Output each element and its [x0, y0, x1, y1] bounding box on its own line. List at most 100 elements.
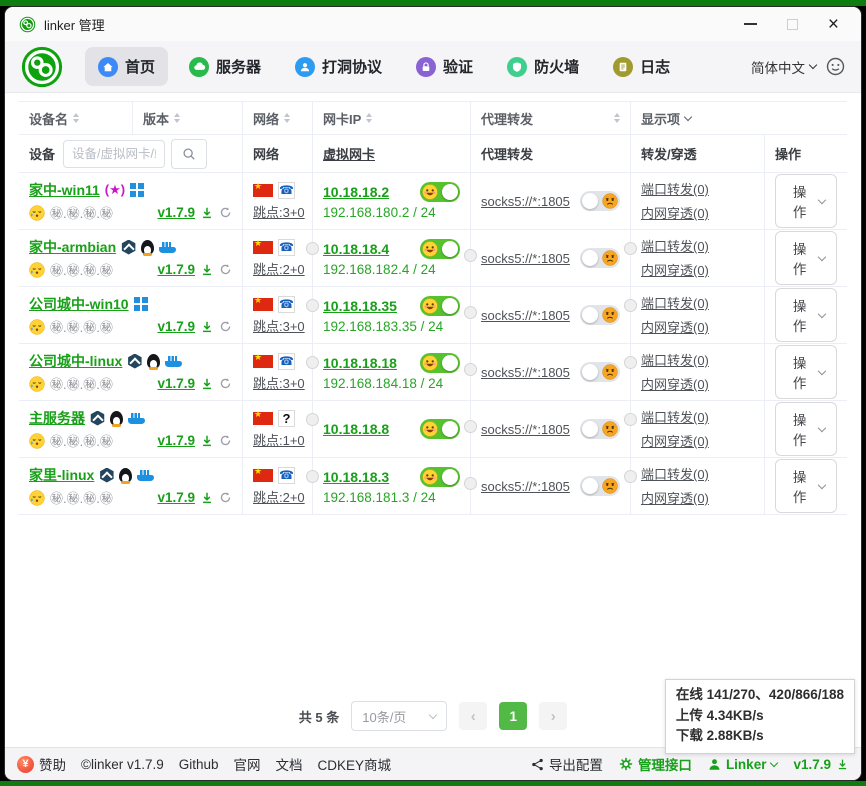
hops-link[interactable]: 跳点:2+0: [253, 487, 305, 506]
virtual-ip-link[interactable]: 10.18.18.35: [323, 298, 397, 314]
language-selector[interactable]: 简体中文: [751, 57, 816, 77]
refresh-icon[interactable]: [219, 320, 232, 333]
nic-toggle[interactable]: [420, 419, 460, 439]
version-link[interactable]: v1.7.9: [157, 376, 195, 391]
display-options-dropdown[interactable]: 显示项: [631, 102, 847, 134]
nic-toggle[interactable]: [420, 353, 460, 373]
version-link[interactable]: v1.7.9: [157, 490, 195, 505]
download-icon[interactable]: [200, 377, 214, 391]
version-link[interactable]: v1.7.9: [157, 433, 195, 448]
current-page-button[interactable]: 1: [499, 702, 527, 730]
proxy-toggle[interactable]: [580, 305, 620, 325]
virtual-ip-link[interactable]: 10.18.18.3: [323, 469, 389, 485]
proxy-toggle[interactable]: [580, 419, 620, 439]
proxy-toggle[interactable]: [580, 191, 620, 211]
version-link[interactable]: v1.7.9: [157, 205, 195, 220]
virtual-ip-link[interactable]: 10.18.18.4: [323, 241, 389, 257]
relay-select-radio[interactable]: [624, 470, 637, 483]
tab-home[interactable]: 首页: [85, 47, 168, 86]
relay-select-radio[interactable]: [464, 249, 477, 262]
refresh-icon[interactable]: [219, 206, 232, 219]
github-link[interactable]: Github: [179, 757, 219, 772]
relay-select-radio[interactable]: [624, 242, 637, 255]
tab-servers[interactable]: 服务器: [176, 47, 274, 86]
device-name-link[interactable]: 公司城中-win10: [29, 294, 129, 314]
search-input[interactable]: [63, 140, 165, 168]
relay-select-radio[interactable]: [624, 413, 637, 426]
refresh-icon[interactable]: [219, 491, 232, 504]
proxy-link[interactable]: socks5://*:1805: [481, 251, 570, 266]
penetrate-link[interactable]: 内网穿透(0): [641, 377, 709, 392]
download-icon[interactable]: [200, 206, 214, 220]
relay-select-radio[interactable]: [464, 420, 477, 433]
tab-logs[interactable]: 日志: [600, 47, 683, 86]
device-name-link[interactable]: 家中-armbian: [29, 237, 116, 257]
proxy-link[interactable]: socks5://*:1805: [481, 194, 570, 209]
search-button[interactable]: [171, 139, 207, 169]
version-link[interactable]: v1.7.9: [157, 262, 195, 277]
refresh-icon[interactable]: [219, 263, 232, 276]
proxy-link[interactable]: socks5://*:1805: [481, 365, 570, 380]
action-dropdown-button[interactable]: 操作: [775, 345, 837, 399]
nic-toggle[interactable]: [420, 182, 460, 202]
proxy-link[interactable]: socks5://*:1805: [481, 422, 570, 437]
download-icon[interactable]: [200, 491, 214, 505]
penetrate-link[interactable]: 内网穿透(0): [641, 263, 709, 278]
sort-header-proxy[interactable]: 代理转发: [471, 102, 631, 134]
account-menu[interactable]: Linker: [708, 757, 778, 772]
maximize-button[interactable]: [787, 19, 798, 30]
virtual-ip-link[interactable]: 10.18.18.18: [323, 355, 397, 371]
port-forward-link[interactable]: 端口转发(0): [641, 353, 709, 368]
proxy-link[interactable]: socks5://*:1805: [481, 308, 570, 323]
hops-link[interactable]: 跳点:1+0: [253, 430, 305, 449]
minimize-button[interactable]: [744, 23, 757, 25]
action-dropdown-button[interactable]: 操作: [775, 288, 837, 342]
relay-select-radio[interactable]: [464, 477, 477, 490]
action-dropdown-button[interactable]: 操作: [775, 231, 837, 285]
port-forward-link[interactable]: 端口转发(0): [641, 182, 709, 197]
refresh-icon[interactable]: [219, 434, 232, 447]
download-icon[interactable]: [200, 263, 214, 277]
relay-select-radio[interactable]: [624, 299, 637, 312]
sort-header-version[interactable]: 版本: [133, 102, 243, 134]
action-dropdown-button[interactable]: 操作: [775, 174, 837, 228]
admin-api-button[interactable]: 管理接口: [619, 754, 692, 774]
virtual-nic-link[interactable]: 虚拟网卡: [323, 144, 375, 163]
nic-toggle[interactable]: [420, 296, 460, 316]
penetrate-link[interactable]: 内网穿透(0): [641, 206, 709, 221]
cdkey-store-link[interactable]: CDKEY商城: [318, 754, 392, 774]
sort-header-network[interactable]: 网络: [243, 102, 313, 134]
website-link[interactable]: 官网: [234, 754, 261, 774]
sponsor-link[interactable]: ¥ 赞助: [17, 754, 66, 774]
tab-firewall[interactable]: 防火墙: [494, 47, 592, 86]
hops-link[interactable]: 跳点:3+0: [253, 373, 305, 392]
proxy-toggle[interactable]: [580, 362, 620, 382]
penetrate-link[interactable]: 内网穿透(0): [641, 491, 709, 506]
device-name-link[interactable]: 家中-win11: [29, 180, 100, 200]
relay-select-radio[interactable]: [306, 242, 319, 255]
port-forward-link[interactable]: 端口转发(0): [641, 410, 709, 425]
virtual-ip-link[interactable]: 10.18.18.8: [323, 421, 389, 437]
hops-link[interactable]: 跳点:3+0: [253, 316, 305, 335]
tab-tunnel-protocol[interactable]: 打洞协议: [282, 47, 395, 86]
refresh-icon[interactable]: [219, 377, 232, 390]
device-name-link[interactable]: 家里-linux: [29, 465, 94, 485]
relay-select-radio[interactable]: [306, 470, 319, 483]
relay-select-radio[interactable]: [624, 356, 637, 369]
page-size-select[interactable]: 10条/页: [351, 701, 447, 731]
hops-link[interactable]: 跳点:3+0: [253, 202, 305, 221]
next-page-button[interactable]: ›: [539, 702, 567, 730]
hops-link[interactable]: 跳点:2+0: [253, 259, 305, 278]
proxy-link[interactable]: socks5://*:1805: [481, 479, 570, 494]
tab-auth[interactable]: 验证: [403, 47, 486, 86]
action-dropdown-button[interactable]: 操作: [775, 459, 837, 513]
relay-select-radio[interactable]: [306, 356, 319, 369]
port-forward-link[interactable]: 端口转发(0): [641, 296, 709, 311]
port-forward-link[interactable]: 端口转发(0): [641, 239, 709, 254]
download-icon[interactable]: [200, 320, 214, 334]
nic-toggle[interactable]: [420, 467, 460, 487]
proxy-toggle[interactable]: [580, 248, 620, 268]
download-icon[interactable]: [200, 434, 214, 448]
device-name-link[interactable]: 主服务器: [29, 408, 85, 428]
device-name-link[interactable]: 公司城中-linux: [29, 351, 122, 371]
